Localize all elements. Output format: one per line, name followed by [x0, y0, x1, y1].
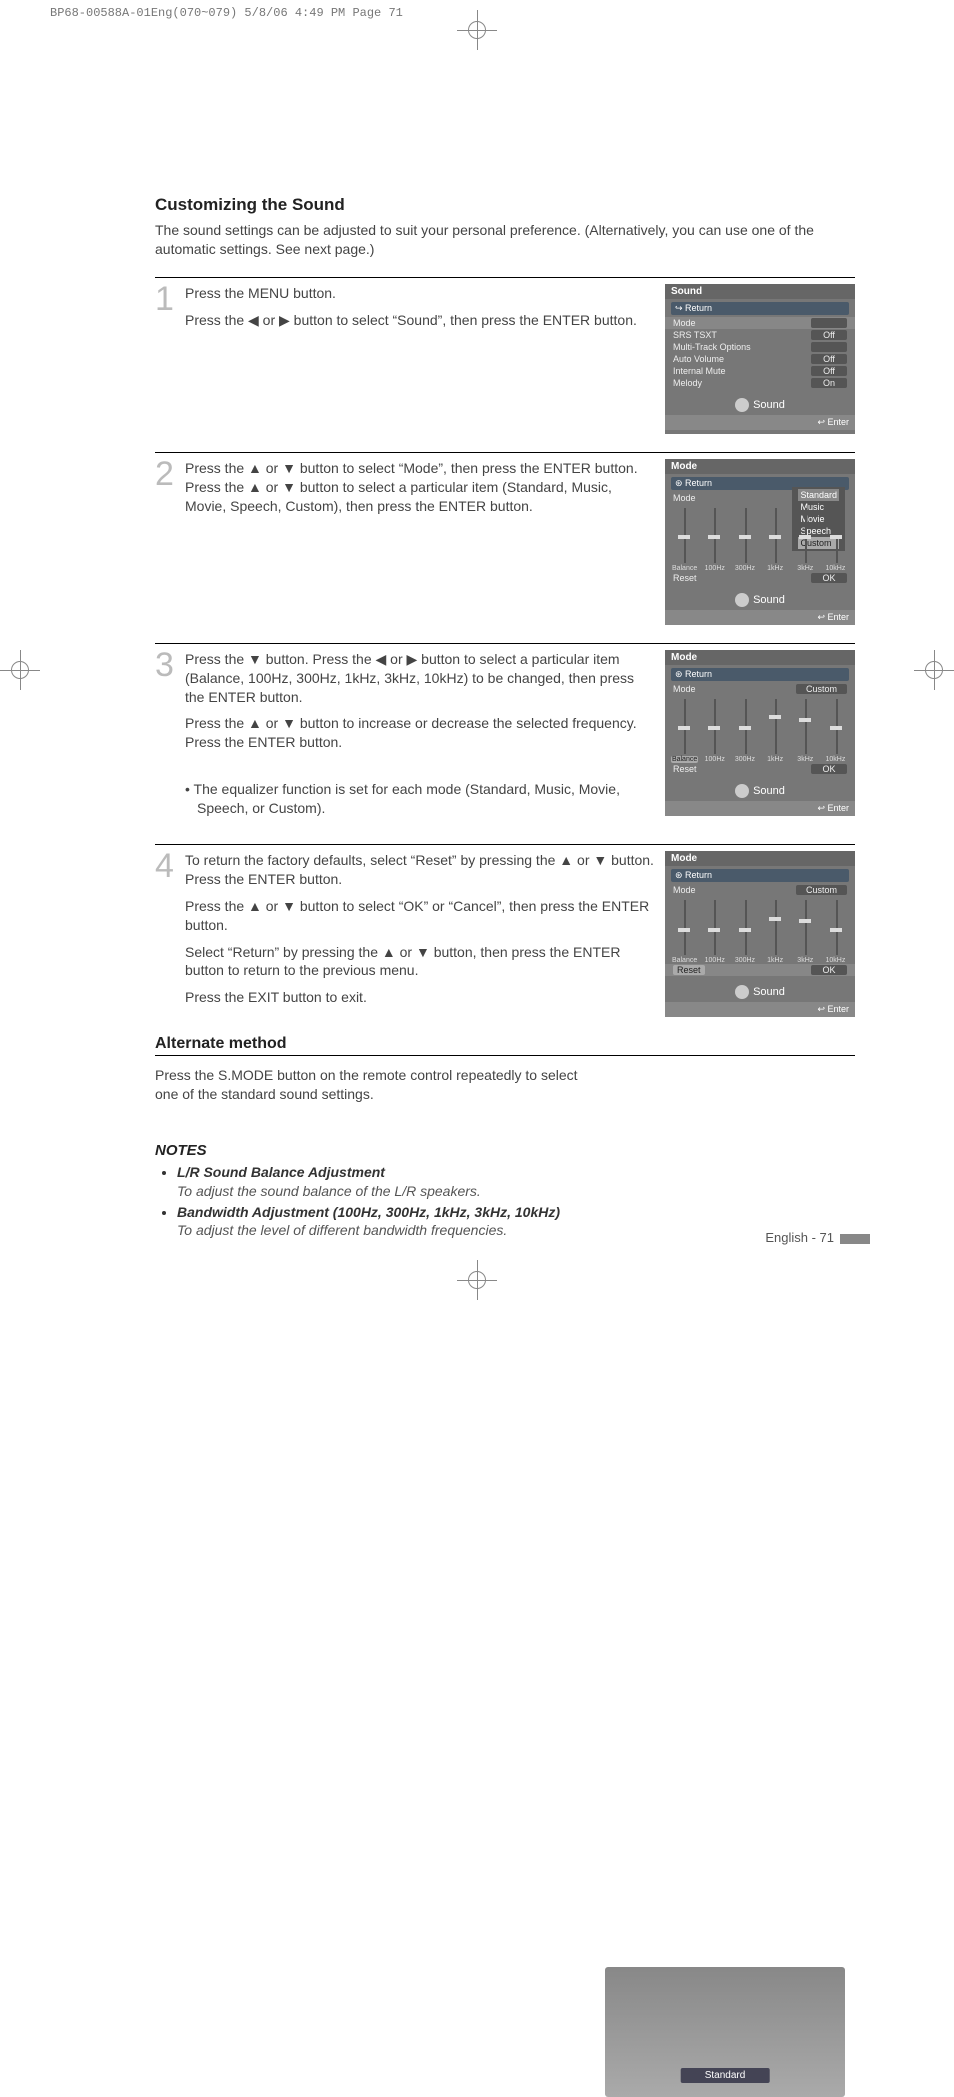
alternate-method-text: Press the S.MODE button on the remote co…: [155, 1066, 585, 1104]
osd-enter: ↩ Enter: [665, 1002, 855, 1017]
osd-footer: Sound: [665, 982, 855, 1002]
osd-enter: ↩ Enter: [665, 610, 855, 625]
step-para: Press the ◀ or ▶ button to select “Sound…: [185, 311, 655, 330]
step-number: 4: [155, 851, 185, 882]
step-1: 1 Press the MENU button. Press the ◀ or …: [155, 277, 855, 434]
step-para: To return the factory defaults, select “…: [185, 851, 655, 889]
cropmark-left: [0, 650, 40, 690]
page-footer: English - 71: [765, 1230, 870, 1245]
eq-labels: Balance100Hz300Hz1kHz3kHz10kHz: [665, 565, 855, 572]
section-intro: The sound settings can be adjusted to su…: [155, 221, 855, 259]
crop-header: BP68-00588A-01Eng(070~079) 5/8/06 4:49 P…: [50, 6, 403, 20]
note-item: L/R Sound Balance Adjustment To adjust t…: [177, 1163, 855, 1201]
osd-enter: ↩ Enter: [665, 415, 855, 430]
osd-screenshot-eq-balance: Mode ⊛ Return ModeCustom Balance100Hz300…: [665, 650, 855, 816]
step-para: Press the MENU button.: [185, 284, 655, 303]
step-para: Select “Return” by pressing the ▲ or ▼ b…: [185, 943, 655, 981]
step-number: 2: [155, 459, 185, 490]
eq-labels: Balance100Hz300Hz1kHz3kHz10kHz: [665, 756, 855, 763]
step-para: Press the ▼ button. Press the ◀ or ▶ but…: [185, 650, 655, 707]
cropmark-top: [457, 10, 497, 50]
alternate-method-title: Alternate method: [155, 1035, 855, 1056]
step-text: To return the factory defaults, select “…: [185, 851, 665, 1015]
step-para: Press the ▲ or ▼ button to increase or d…: [185, 714, 655, 752]
osd-row: MelodyOn: [665, 377, 855, 389]
osd-reset-row: ResetOK: [665, 964, 855, 976]
sound-icon: [735, 593, 749, 607]
step-para: Press the EXIT button to exit.: [185, 988, 655, 1007]
step-bullet: • The equalizer function is set for each…: [185, 780, 655, 818]
osd-row: Mode: [665, 317, 855, 329]
osd-mode-row: ModeCustom: [665, 683, 855, 695]
osd-title: Sound: [665, 284, 855, 299]
osd-title: Mode: [665, 650, 855, 665]
remote-mode-badge: Standard: [681, 2068, 770, 2083]
osd-reset-row: ResetOK: [665, 763, 855, 775]
equalizer: [671, 900, 849, 955]
step-2: 2 Press the ▲ or ▼ button to select “Mod…: [155, 452, 855, 625]
osd-return: ↪ Return: [671, 302, 849, 315]
osd-enter: ↩ Enter: [665, 801, 855, 816]
step-text: Press the ▲ or ▼ button to select “Mode”…: [185, 459, 665, 524]
step-para: Press the ▲ or ▼ button to select “Mode”…: [185, 459, 655, 516]
osd-mode-row: ModeCustom: [665, 884, 855, 896]
osd-screenshot-sound: Sound ↪ Return Mode SRS TSXTOff Multi-Tr…: [665, 284, 855, 434]
note-item: Bandwidth Adjustment (100Hz, 300Hz, 1kHz…: [177, 1203, 855, 1241]
step-para: Press the ▲ or ▼ button to select “OK” o…: [185, 897, 655, 935]
footer-bar-icon: [840, 1234, 870, 1244]
sound-icon: [735, 784, 749, 798]
osd-title: Mode: [665, 459, 855, 474]
osd-footer: Sound: [665, 781, 855, 801]
equalizer: [671, 508, 849, 563]
osd-row: Internal MuteOff: [665, 365, 855, 377]
step-number: 1: [155, 284, 185, 315]
osd-screenshot-reset: Mode ⊛ Return ModeCustom Balance100Hz300…: [665, 851, 855, 1017]
notes-list: L/R Sound Balance Adjustment To adjust t…: [155, 1163, 855, 1241]
sound-icon: [735, 398, 749, 412]
equalizer: [671, 699, 849, 754]
sound-icon: [735, 985, 749, 999]
page-content: Customizing the Sound The sound settings…: [155, 195, 855, 1242]
osd-return: ⊛ Return: [671, 668, 849, 681]
osd-title: Mode: [665, 851, 855, 866]
notes-title: NOTES: [155, 1142, 855, 1159]
cropmark-bottom: [457, 1260, 497, 1300]
remote-control-image: Standard: [605, 1967, 845, 2097]
osd-footer: Sound: [665, 395, 855, 415]
osd-footer: Sound: [665, 590, 855, 610]
cropmark-right: [914, 650, 954, 690]
step-text: Press the MENU button. Press the ◀ or ▶ …: [185, 284, 665, 338]
osd-screenshot-mode-dropdown: Mode ⊛ Return Mode Standard Music Movie …: [665, 459, 855, 625]
step-3: 3 Press the ▼ button. Press the ◀ or ▶ b…: [155, 643, 855, 826]
step-number: 3: [155, 650, 185, 681]
step-4: 4 To return the factory defaults, select…: [155, 844, 855, 1017]
osd-reset-row: ResetOK: [665, 572, 855, 584]
osd-return: ⊛ Return: [671, 869, 849, 882]
osd-row: Multi-Track Options: [665, 341, 855, 353]
section-title: Customizing the Sound: [155, 195, 855, 215]
eq-labels: Balance100Hz300Hz1kHz3kHz10kHz: [665, 957, 855, 964]
step-text: Press the ▼ button. Press the ◀ or ▶ but…: [185, 650, 665, 826]
osd-row: Auto VolumeOff: [665, 353, 855, 365]
osd-row: SRS TSXTOff: [665, 329, 855, 341]
